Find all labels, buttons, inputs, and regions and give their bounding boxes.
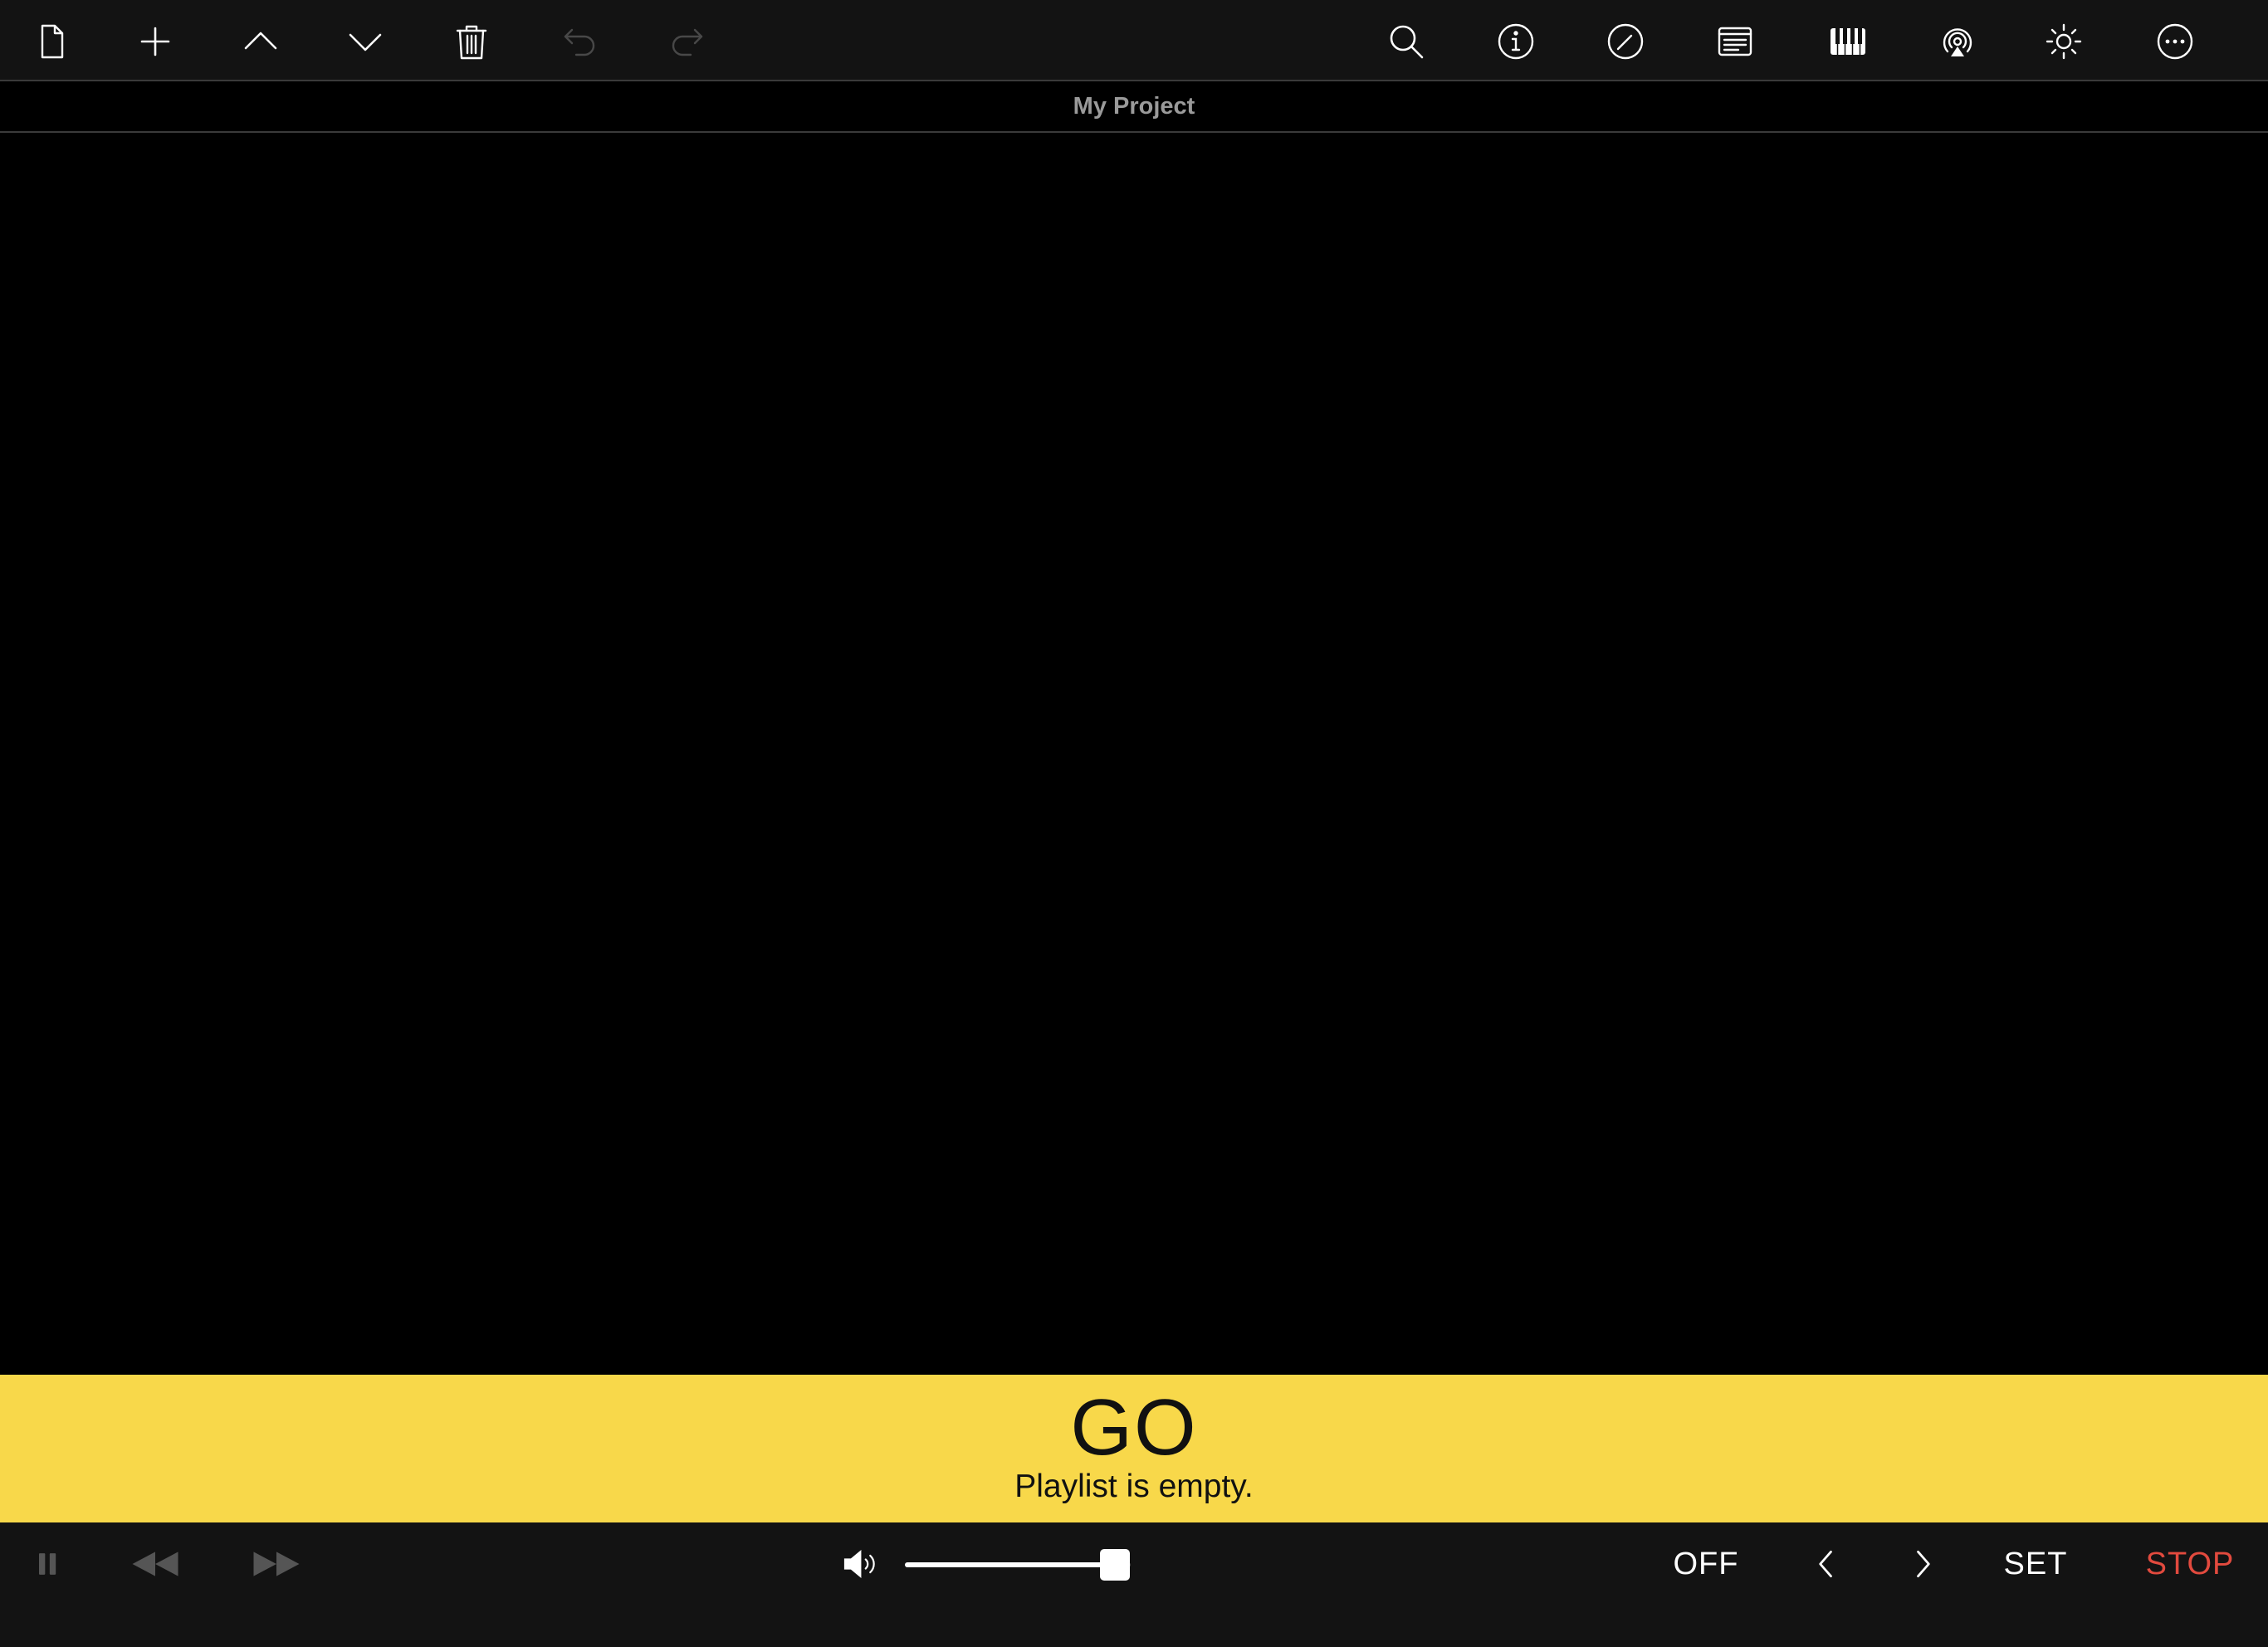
info-icon[interactable] — [1486, 12, 1546, 71]
go-status-text: Playlist is empty. — [1014, 1469, 1254, 1504]
stop-label: STOP — [2145, 1546, 2235, 1581]
edit-circle-icon[interactable] — [1596, 12, 1655, 71]
chevron-down-icon[interactable] — [335, 12, 395, 71]
next-icon[interactable] — [1903, 1537, 1943, 1591]
pause-icon[interactable] — [25, 1537, 71, 1591]
redo-icon[interactable] — [657, 12, 717, 71]
volume-slider-thumb[interactable] — [1099, 1549, 1130, 1581]
airplay-audio-icon[interactable] — [1928, 12, 1987, 71]
set-label: SET — [2003, 1546, 2068, 1581]
transport-bar: OFF SET STOP — [0, 1522, 2268, 1647]
rewind-icon[interactable] — [125, 1537, 186, 1591]
cue-list-area[interactable] — [0, 133, 2268, 1375]
plus-icon[interactable] — [125, 12, 185, 71]
stop-button[interactable]: STOP — [2142, 1537, 2238, 1591]
trash-icon[interactable] — [442, 12, 501, 71]
volume-icon — [838, 1537, 888, 1591]
search-icon[interactable] — [1376, 12, 1436, 71]
previous-icon[interactable] — [1806, 1537, 1846, 1591]
off-button[interactable]: OFF — [1667, 1537, 1745, 1591]
text-panel-icon[interactable] — [1705, 12, 1765, 71]
chevron-up-icon[interactable] — [231, 12, 291, 71]
go-button[interactable]: GO Playlist is empty. — [0, 1375, 2268, 1522]
piano-keyboard-icon[interactable] — [1818, 12, 1878, 71]
volume-slider[interactable] — [905, 1549, 1131, 1581]
brightness-icon[interactable] — [2034, 12, 2094, 71]
project-title-bar: My Project — [0, 81, 2268, 133]
more-icon[interactable] — [2145, 12, 2205, 71]
fast-forward-icon[interactable] — [246, 1537, 307, 1591]
project-title: My Project — [1073, 92, 1195, 120]
top-toolbar — [0, 0, 2268, 81]
volume-slider-fill — [905, 1562, 1115, 1567]
off-label: OFF — [1673, 1546, 1739, 1581]
new-document-icon[interactable] — [22, 12, 81, 71]
go-label: GO — [1070, 1383, 1198, 1472]
undo-icon[interactable] — [550, 12, 609, 71]
set-button[interactable]: SET — [2001, 1537, 2070, 1591]
app-window: My Project GO Playlist is empty. OFF SET… — [0, 0, 2268, 1647]
